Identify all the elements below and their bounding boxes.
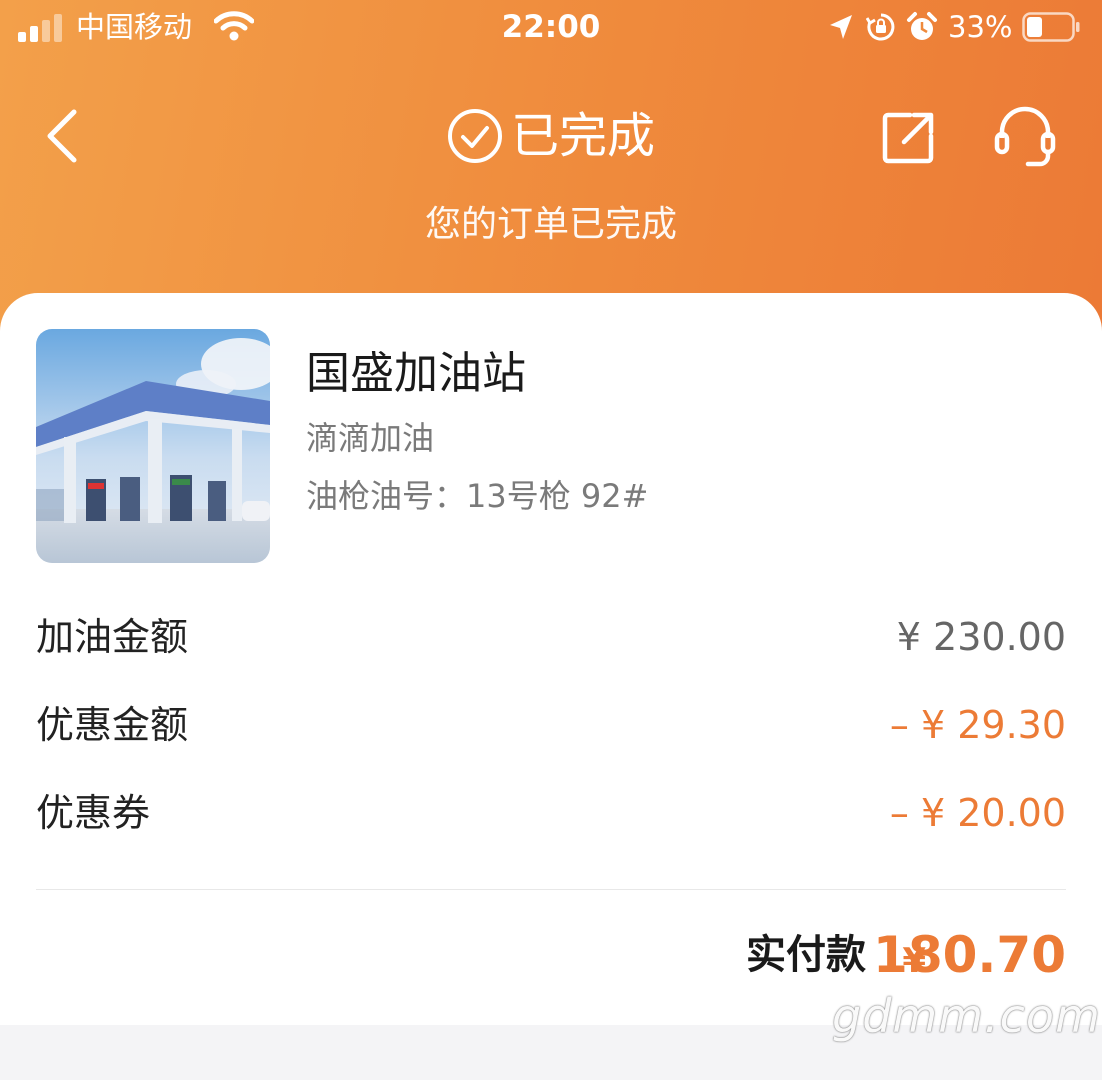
fee-value: – ¥ 29.30 [889,703,1066,747]
fee-label: 优惠金额 [36,703,189,747]
share-icon[interactable] [880,110,936,166]
fee-value: ¥ 230.00 [896,615,1066,659]
station-provider: 滴滴加油 [306,419,435,457]
alarm-icon [907,12,937,40]
total-amount: 180.70 [873,926,1066,984]
fee-label: 加油金额 [36,615,189,659]
battery-icon [1022,12,1080,42]
nozzle-info: 油枪油号：13号枪 92# [306,477,649,515]
fee-value: – ¥ 20.00 [889,791,1066,835]
order-card: 国盛加油站 滴滴加油 油枪油号：13号枪 92# 加油金额 ¥ 230.00 优… [0,293,1102,1025]
battery-percent: 33% [948,10,1013,44]
status-bar: 中国移动 22:00 33% [0,0,1102,56]
gas-station-photo [36,329,270,563]
check-circle-icon [447,109,502,163]
divider [36,889,1066,890]
fee-row-coupon: 优惠券 – ¥ 20.00 [36,787,1066,839]
fee-row-fuel-amount: 加油金额 ¥ 230.00 [36,611,1066,663]
page-title: 已完成 [0,106,1102,166]
page-subtitle: 您的订单已完成 [424,204,677,245]
customer-service-icon[interactable] [994,104,1056,170]
station-name: 国盛加油站 [306,348,526,399]
header-banner: 中国移动 22:00 33% 已完成 您的订单已完成 [0,0,1102,340]
title-text: 已完成 [510,108,655,164]
rotation-lock-icon [866,13,895,41]
watermark: gdmm.com [832,989,1101,1043]
fee-row-discount: 优惠金额 – ¥ 29.30 [36,699,1066,751]
location-arrow-icon [830,15,852,39]
fee-label: 优惠券 [36,791,151,835]
total-label: 实付款 [746,932,866,978]
